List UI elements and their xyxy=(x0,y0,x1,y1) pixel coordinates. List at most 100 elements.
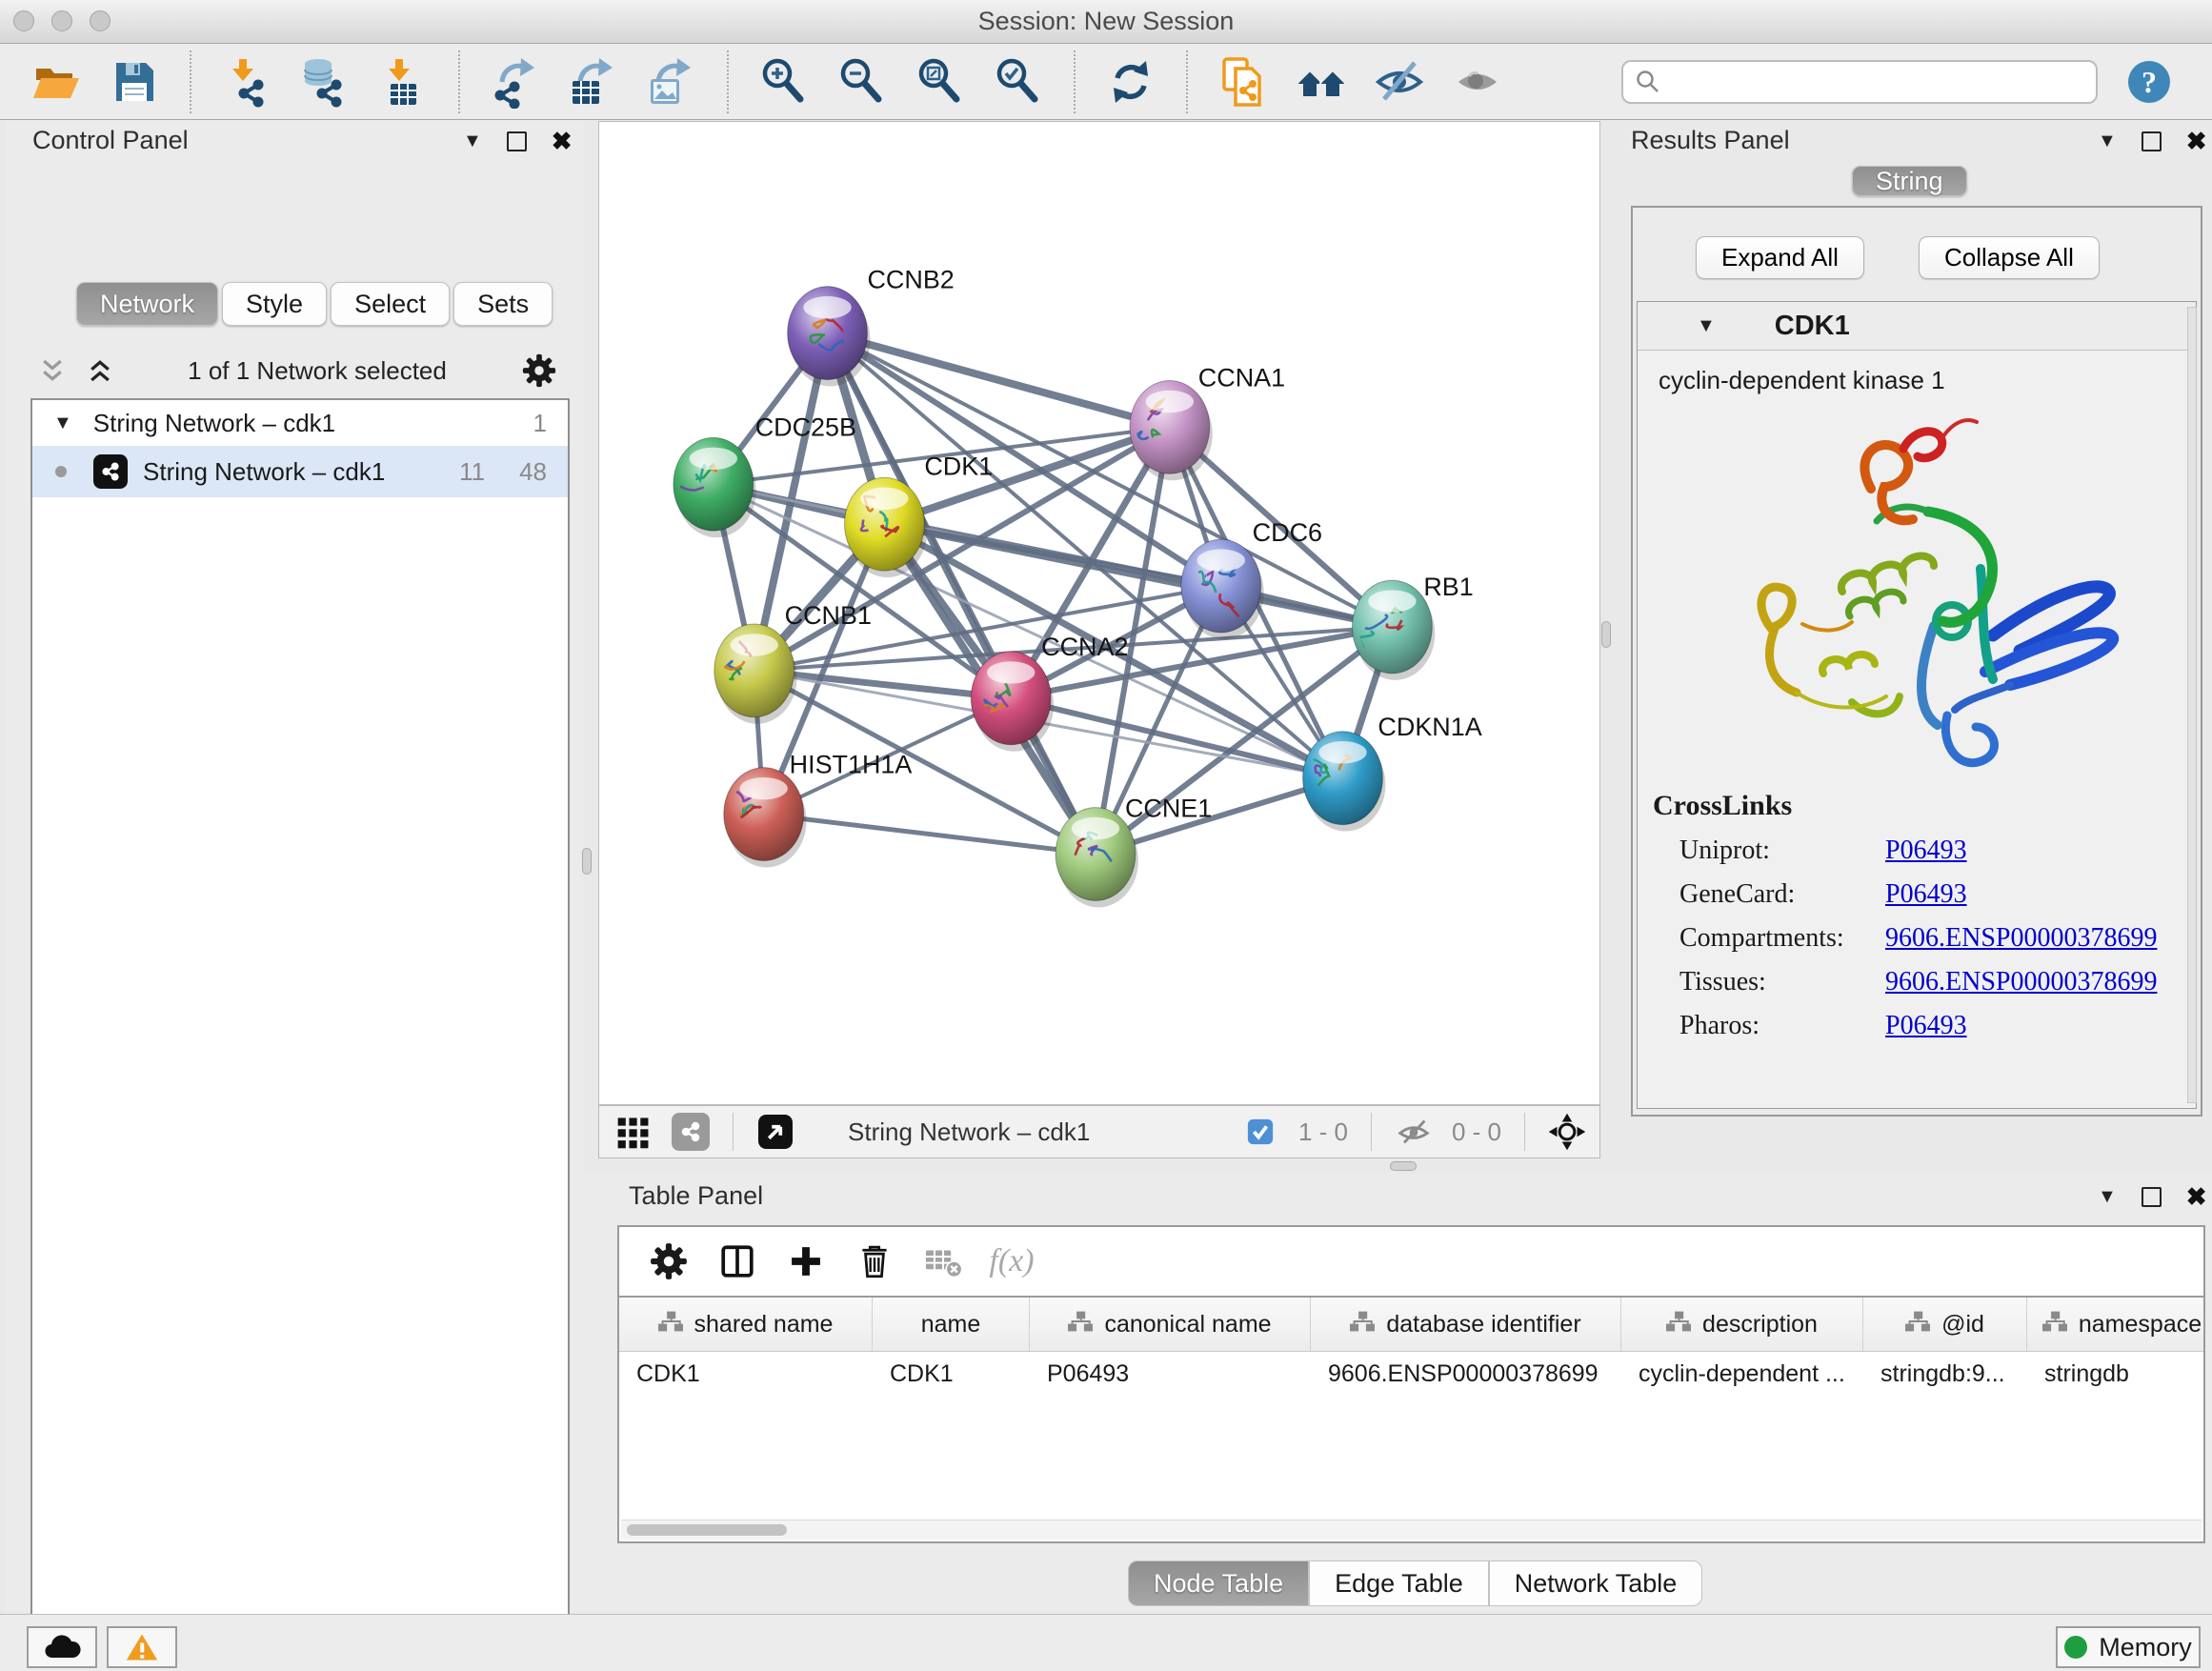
network-collection-row[interactable]: ▼ String Network – cdk1 1 xyxy=(32,400,568,446)
selected-checkbox-icon[interactable] xyxy=(1239,1111,1281,1153)
export-network-button[interactable] xyxy=(489,55,542,109)
tab-string[interactable]: String xyxy=(1852,166,1967,196)
network-options-gear-icon[interactable] xyxy=(518,350,560,392)
node-label-CDK1: CDK1 xyxy=(924,452,993,480)
warning-status-button[interactable] xyxy=(107,1626,177,1668)
close-results-icon[interactable]: ✖ xyxy=(2186,130,2207,152)
network-node-HIST1H1A[interactable]: HIST1H1A xyxy=(724,751,913,868)
network-view-canvas[interactable]: CCNB2CCNA1CDC25BCDK1CDC6RB1CCNB1CCNA2CDK… xyxy=(598,121,1600,1105)
scrollbar-thumb[interactable] xyxy=(627,1524,787,1536)
float-table-icon[interactable] xyxy=(2142,1187,2162,1207)
table-horizontal-scrollbar[interactable] xyxy=(621,1520,2202,1540)
zoom-out-button[interactable] xyxy=(835,55,889,109)
collapse-table-icon[interactable]: ▼ xyxy=(2098,1187,2117,1206)
network-name: String Network – cdk1 xyxy=(143,457,385,487)
table-row[interactable]: CDK1CDK1P064939606.ENSP00000378699cyclin… xyxy=(619,1352,2203,1396)
network-row[interactable]: String Network – cdk1 11 48 xyxy=(32,446,568,497)
close-window-icon[interactable] xyxy=(13,10,34,31)
import-table-file-button[interactable] xyxy=(376,55,430,109)
tab-network-table[interactable]: Network Table xyxy=(1489,1560,1703,1606)
svg-text:?: ? xyxy=(2142,65,2157,99)
crosslink-value-link[interactable]: 9606.ENSP00000378699 xyxy=(1885,967,2157,997)
refresh-view-button[interactable] xyxy=(1104,55,1157,109)
crosslink-value-link[interactable]: P06493 xyxy=(1885,1011,1967,1041)
import-network-database-button[interactable] xyxy=(298,55,352,109)
float-results-icon[interactable] xyxy=(2142,131,2162,151)
delete-column-icon[interactable] xyxy=(850,1237,899,1286)
zoom-in-button[interactable] xyxy=(757,55,811,109)
view-grid-icon[interactable] xyxy=(613,1111,654,1153)
hide-selected-button[interactable] xyxy=(1373,55,1426,109)
create-column-icon[interactable] xyxy=(781,1237,831,1286)
node-label-HIST1H1A: HIST1H1A xyxy=(790,751,913,779)
tab-sets[interactable]: Sets xyxy=(453,282,553,326)
float-panel-icon[interactable] xyxy=(507,131,527,151)
open-in-new-window-icon[interactable] xyxy=(754,1111,796,1153)
import-network-file-button[interactable] xyxy=(220,55,273,109)
left-splitter-handle[interactable] xyxy=(582,848,592,875)
table-cell: stringdb xyxy=(2027,1352,2212,1396)
first-neighbors-button[interactable] xyxy=(1295,55,1348,109)
search-input[interactable] xyxy=(1661,63,2096,101)
tab-node-table[interactable]: Node Table xyxy=(1128,1560,1309,1606)
export-table-button[interactable] xyxy=(567,55,620,109)
delete-table-icon[interactable] xyxy=(918,1237,968,1286)
table-options-gear-icon[interactable] xyxy=(644,1237,694,1286)
column-header-shared-name[interactable]: shared name xyxy=(619,1298,873,1351)
save-session-button[interactable] xyxy=(108,55,161,109)
zoom-selected-button[interactable] xyxy=(992,55,1045,109)
selected-node-edge-counts: 1 - 0 xyxy=(1298,1117,1348,1147)
memory-label: Memory xyxy=(2099,1633,2192,1662)
gene-section-header[interactable]: ▼ CDK1 xyxy=(1638,302,2196,351)
crosslink-value-link[interactable]: P06493 xyxy=(1885,879,1967,910)
minimize-window-icon[interactable] xyxy=(51,10,72,31)
results-scrollbar[interactable] xyxy=(2187,307,2197,1103)
string-tools-icon[interactable] xyxy=(670,1111,712,1153)
crosslink-value-link[interactable]: 9606.ENSP00000378699 xyxy=(1885,923,2157,954)
collection-expand-icon[interactable]: ▼ xyxy=(53,413,72,433)
hidden-node-edge-counts: 0 - 0 xyxy=(1452,1117,1501,1147)
export-image-button[interactable] xyxy=(645,55,698,109)
collapse-all-button[interactable]: Collapse All xyxy=(1919,236,2100,279)
tab-style[interactable]: Style xyxy=(222,282,327,326)
collapse-results-icon[interactable]: ▼ xyxy=(2098,131,2117,151)
column-header-description[interactable]: description xyxy=(1621,1298,1863,1351)
close-table-icon[interactable]: ✖ xyxy=(2186,1185,2207,1208)
cloud-status-button[interactable] xyxy=(27,1626,97,1668)
column-header-namespace[interactable]: namespace xyxy=(2027,1298,2212,1351)
crosslink-value-link[interactable]: P06493 xyxy=(1885,836,1967,866)
memory-button[interactable]: Memory xyxy=(2056,1626,2201,1668)
collection-name: String Network – cdk1 xyxy=(93,409,335,438)
function-builder-icon[interactable]: f(x) xyxy=(987,1237,1036,1286)
toggle-column-display-icon[interactable] xyxy=(713,1237,762,1286)
flow-icon xyxy=(1068,1310,1093,1339)
open-file-button[interactable] xyxy=(30,55,83,109)
column-header-name[interactable]: name xyxy=(873,1298,1030,1351)
right-splitter-handle[interactable] xyxy=(1601,621,1611,648)
tab-edge-table[interactable]: Edge Table xyxy=(1309,1560,1489,1606)
gene-collapse-icon[interactable]: ▼ xyxy=(1697,316,1716,335)
tab-select[interactable]: Select xyxy=(331,282,450,326)
fit-content-button[interactable] xyxy=(914,55,967,109)
network-node-RB1[interactable]: RB1 xyxy=(1352,573,1473,680)
network-node-CCNE1[interactable]: CCNE1 xyxy=(1056,795,1212,908)
bottom-splitter-handle[interactable] xyxy=(1390,1161,1417,1171)
new-network-from-selection-button[interactable] xyxy=(1217,55,1270,109)
column-header--id[interactable]: @id xyxy=(1863,1298,2027,1351)
network-node-CDKN1A[interactable]: CDKN1A xyxy=(1303,713,1482,832)
birdseye-navigator-icon[interactable] xyxy=(1546,1111,1588,1153)
expand-all-button[interactable]: Expand All xyxy=(1696,236,1864,279)
toolbar-separator xyxy=(458,50,460,113)
show-graphics-details-button[interactable] xyxy=(1451,55,1504,109)
expand-all-networks-icon[interactable] xyxy=(84,354,116,387)
close-panel-icon[interactable]: ✖ xyxy=(552,130,573,152)
collapse-all-networks-icon[interactable] xyxy=(36,354,69,387)
column-header-database-identifier[interactable]: database identifier xyxy=(1311,1298,1621,1351)
help-button[interactable]: ? xyxy=(2122,55,2176,109)
column-header-canonical-name[interactable]: canonical name xyxy=(1030,1298,1311,1351)
node-label-CDKN1A: CDKN1A xyxy=(1377,713,1481,741)
tab-network[interactable]: Network xyxy=(76,282,218,326)
maximize-window-icon[interactable] xyxy=(90,10,111,31)
collapse-panel-icon[interactable]: ▼ xyxy=(463,131,482,151)
crosslink-label: Pharos: xyxy=(1679,1011,1885,1041)
